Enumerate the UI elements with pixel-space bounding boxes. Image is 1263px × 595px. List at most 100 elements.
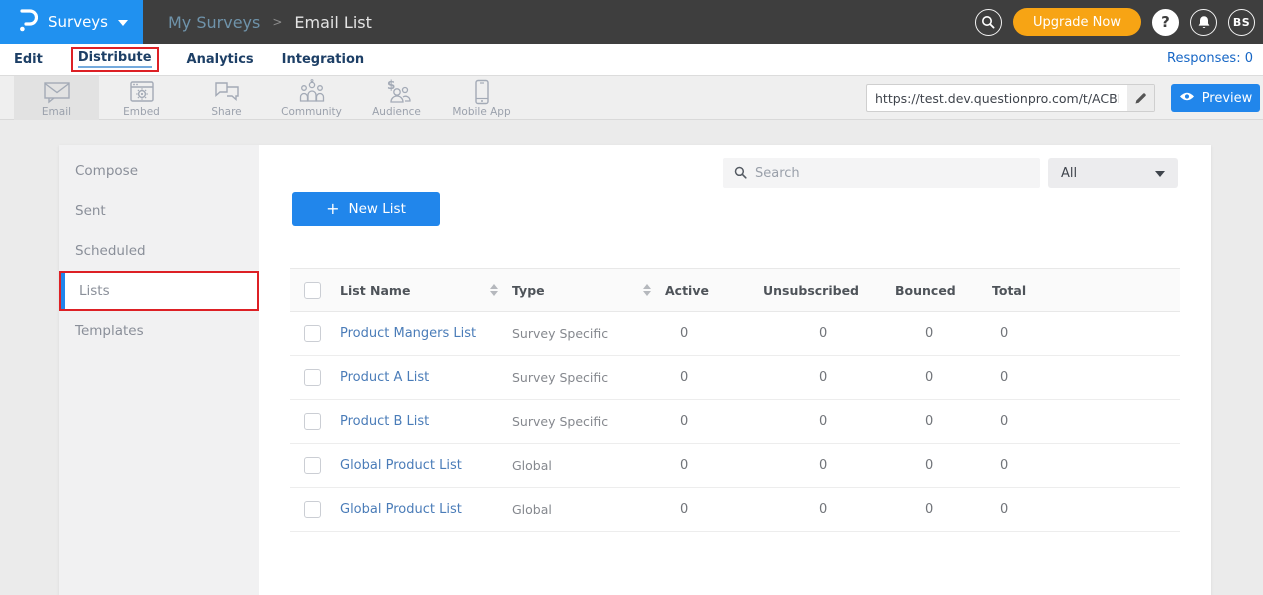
new-list-button[interactable]: + New List [292,192,440,226]
avatar-initials: BS [1233,16,1250,29]
sidebar-item-scheduled[interactable]: Scheduled [59,231,259,271]
responses-count[interactable]: Responses: 0 [1167,44,1253,76]
help-icon[interactable]: ? [1152,9,1179,36]
list-type: Global [512,458,552,473]
list-name-link[interactable]: Product B List [340,414,429,429]
toolbar-item-embed[interactable]: Embed [99,76,184,120]
bounced-count: 0 [895,502,992,517]
toolbar-item-label: Mobile App [452,106,510,118]
tab-distribute[interactable]: Distribute [71,47,159,72]
breadcrumb-separator: > [272,15,282,29]
product-switcher[interactable]: Surveys [0,0,143,44]
preview-label: Preview [1202,91,1253,106]
list-name-link[interactable]: Product Mangers List [340,326,476,341]
list-name-link[interactable]: Global Product List [340,502,462,517]
lists-content: All + New List List Name [259,145,1211,595]
toolbar-item-email[interactable]: Email [14,76,99,120]
chevron-down-icon [1155,171,1165,177]
audience-icon: $ [381,79,413,105]
chevron-down-icon [118,20,128,26]
active-count: 0 [665,458,763,473]
list-search-box [723,158,1040,188]
row-checkbox[interactable] [304,457,321,474]
breadcrumb-parent[interactable]: My Surveys [168,13,260,32]
total-count: 0 [992,370,1180,385]
upgrade-now-button[interactable]: Upgrade Now [1013,8,1141,36]
row-checkbox[interactable] [304,369,321,386]
active-count: 0 [665,370,763,385]
table-row: Global Product List Global 0 0 0 0 [290,444,1180,488]
preview-button[interactable]: Preview [1171,84,1260,112]
active-count: 0 [665,414,763,429]
column-header-type: Type [512,283,545,298]
survey-nav-tabs: Edit Distribute Analytics Integration Re… [0,44,1263,76]
topbar: Surveys My Surveys > Email List Upgrade … [0,0,1263,44]
select-all-checkbox[interactable] [304,282,321,299]
toolbar-item-community[interactable]: Community [269,76,354,120]
eye-icon [1179,91,1195,106]
breadcrumb-current: Email List [294,13,371,32]
unsubscribed-count: 0 [763,326,895,341]
active-count: 0 [665,502,763,517]
toolbar-item-audience[interactable]: $ Audience [354,76,439,120]
sidebar-item-sent[interactable]: Sent [59,191,259,231]
total-count: 0 [992,414,1180,429]
list-type: Survey Specific [512,414,608,429]
questionpro-logo-icon [16,7,38,37]
toolbar-item-label: Embed [123,106,160,118]
filter-selected-value: All [1061,166,1077,181]
bounced-count: 0 [895,326,992,341]
list-search-input[interactable] [755,166,1029,181]
unsubscribed-count: 0 [763,370,895,385]
total-count: 0 [992,502,1180,517]
list-name-link[interactable]: Product A List [340,370,429,385]
user-avatar[interactable]: BS [1228,9,1255,36]
new-list-label: New List [349,201,406,217]
breadcrumb: My Surveys > Email List [168,0,372,44]
share-icon [212,79,242,105]
toolbar-item-mobile-app[interactable]: Mobile App [439,76,524,120]
row-checkbox[interactable] [304,325,321,342]
edit-url-pencil-icon[interactable] [1127,85,1154,111]
list-filter-dropdown[interactable]: All [1048,158,1178,188]
column-header-bounced: Bounced [895,283,992,298]
embed-icon [128,79,156,105]
email-sidebar: Compose Sent Scheduled Lists Templates [59,145,259,595]
list-type: Global [512,502,552,517]
total-count: 0 [992,458,1180,473]
survey-url-input[interactable] [867,85,1127,111]
community-icon [297,79,327,105]
tab-integration[interactable]: Integration [282,52,364,67]
tab-edit[interactable]: Edit [14,52,43,67]
table-row: Product Mangers List Survey Specific 0 0… [290,312,1180,356]
table-header-row: List Name Type Active Unsubscribed Bounc… [290,268,1180,312]
sidebar-item-lists[interactable]: Lists [59,271,259,311]
notifications-bell-icon[interactable] [1190,9,1217,36]
page-background: Compose Sent Scheduled Lists Templates A… [0,120,1263,595]
search-icon[interactable] [975,9,1002,36]
row-checkbox[interactable] [304,413,321,430]
row-checkbox[interactable] [304,501,321,518]
search-icon [734,164,747,183]
email-icon [42,79,72,105]
sort-icon[interactable] [490,284,498,296]
toolbar-item-label: Share [211,106,241,118]
toolbar-item-share[interactable]: Share [184,76,269,120]
toolbar-item-label: Audience [372,106,421,118]
bounced-count: 0 [895,458,992,473]
list-name-link[interactable]: Global Product List [340,458,462,473]
product-name: Surveys [48,13,108,31]
sort-icon[interactable] [643,284,651,296]
sidebar-item-compose[interactable]: Compose [59,151,259,191]
table-row: Product B List Survey Specific 0 0 0 0 [290,400,1180,444]
email-lists-card: Compose Sent Scheduled Lists Templates A… [59,145,1211,595]
tab-analytics[interactable]: Analytics [187,52,254,67]
sidebar-item-templates[interactable]: Templates [59,311,259,351]
unsubscribed-count: 0 [763,458,895,473]
column-header-total: Total [992,283,1180,298]
topbar-actions: Upgrade Now ? BS [975,0,1255,44]
bounced-count: 0 [895,414,992,429]
list-type: Survey Specific [512,326,608,341]
toolbar-item-label: Community [281,106,342,118]
column-header-list-name: List Name [340,283,410,298]
